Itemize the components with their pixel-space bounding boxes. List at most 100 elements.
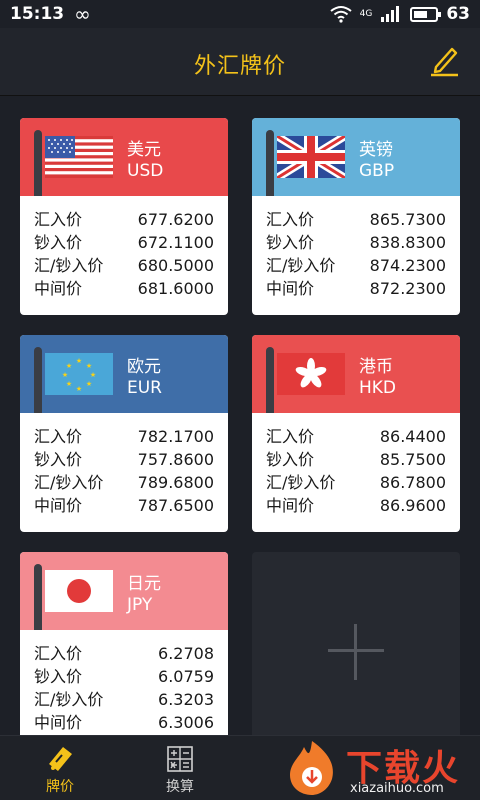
rate-value: 680.5000 (137, 256, 214, 275)
signal-icon (381, 6, 400, 22)
rate-value: 677.6200 (137, 210, 214, 229)
rate-label: 汇/钞入价 (34, 256, 104, 275)
rate-row: 中间价 6.3006 (34, 711, 214, 734)
rate-value: 672.1100 (137, 233, 214, 252)
hk-flag-icon (277, 353, 345, 395)
rate-row: 汇/钞入价 874.2300 (266, 254, 446, 277)
rate-value: 6.2708 (158, 644, 214, 663)
card-header: 英镑 GBP (252, 118, 460, 196)
currency-code: USD (127, 161, 164, 181)
currency-code: HKD (359, 378, 397, 398)
rate-label: 钞入价 (266, 233, 315, 252)
add-currency-card[interactable] (252, 552, 460, 752)
eu-flag-icon: ★★ ★ ★ ★ ★ ★★ (45, 353, 113, 395)
rate-value: 86.4400 (379, 427, 446, 446)
rate-card-usd[interactable]: 美元 USD 汇入价 677.6200 钞入价 672.1100 汇/钞入价 680.… (20, 118, 228, 315)
svg-text:★: ★ (76, 357, 82, 365)
rate-label: 汇/钞入价 (266, 256, 336, 275)
card-header: ★ ★ ★ ★ ★ ★ ★ ★ 欧元 EUR (20, 335, 228, 413)
calculator-icon (167, 746, 193, 772)
rate-row: 钞入价 85.7500 (266, 448, 446, 471)
rate-label: 钞入价 (34, 667, 83, 686)
rate-value: 6.0759 (158, 667, 214, 686)
rate-label: 中间价 (266, 279, 315, 298)
rate-row: 钞入价 838.8300 (266, 231, 446, 254)
app-header: 外汇牌价 (0, 28, 480, 96)
rate-value: 757.8600 (137, 450, 214, 469)
rate-label: 汇/钞入价 (266, 473, 336, 492)
rate-row: 钞入价 6.0759 (34, 665, 214, 688)
flag-pole (266, 347, 274, 413)
rate-card-jpy[interactable]: 日元 JPY 汇入价 6.2708 钞入价 6.0759 汇/钞入价 6.3203 中… (20, 552, 228, 752)
svg-text:★: ★ (66, 380, 72, 388)
infinity-icon: ∞ (74, 2, 91, 26)
status-bar: 15:13 ∞ 4G 63 (0, 0, 480, 28)
flag-pole (34, 564, 42, 630)
flag-pole (34, 130, 42, 196)
tab-convert[interactable]: 换算 (140, 736, 220, 800)
rate-label: 中间价 (34, 279, 83, 298)
status-time: 15:13 (10, 4, 65, 24)
edit-icon[interactable] (428, 43, 460, 77)
tab-rates[interactable]: 牌价 (20, 736, 100, 800)
currency-code: EUR (127, 378, 162, 398)
rate-card-eur[interactable]: ★ ★ ★ ★ ★ ★ ★ ★ 欧元 EUR 汇入价 782.1700 钞入价 757.860… (20, 335, 228, 532)
rate-label: 汇入价 (266, 210, 315, 229)
rate-row: 中间价 681.6000 (34, 277, 214, 300)
rate-row: 汇/钞入价 789.6800 (34, 471, 214, 494)
rate-label: 汇入价 (34, 210, 83, 229)
rate-row: 中间价 872.2300 (266, 277, 446, 300)
svg-text:★: ★ (86, 380, 92, 388)
flame-logo-icon (290, 741, 333, 795)
jp-flag-icon (45, 570, 113, 612)
tab-convert-label: 换算 (166, 779, 194, 795)
rate-label: 中间价 (266, 496, 315, 515)
page-title: 外汇牌价 (193, 54, 286, 79)
rate-label: 汇入价 (266, 427, 315, 446)
rate-label: 中间价 (34, 496, 83, 515)
svg-text:★: ★ (76, 385, 82, 393)
currency-code: GBP (359, 161, 395, 181)
rate-row: 中间价 787.6500 (34, 494, 214, 517)
rate-card-hkd[interactable]: 港币 HKD 汇入价 86.4400 钞入价 85.7500 汇/钞入价 86.780… (252, 335, 460, 532)
rate-row: 汇/钞入价 86.7800 (266, 471, 446, 494)
rate-row: 钞入价 757.8600 (34, 448, 214, 471)
rate-value: 787.6500 (137, 496, 214, 515)
rate-value: 838.8300 (369, 233, 446, 252)
svg-text:★: ★ (90, 371, 96, 379)
rate-label: 汇/钞入价 (34, 473, 104, 492)
rate-label: 汇入价 (34, 644, 83, 663)
currency-code: JPY (127, 595, 153, 615)
rate-card-gbp[interactable]: 英镑 GBP 汇入价 865.7300 钞入价 838.8300 汇/钞入价 874.… (252, 118, 460, 315)
currency-name: 美元 (127, 140, 161, 160)
watermark-logo: 下载火 xiazaihuo.com (280, 735, 480, 800)
card-header: 美元 USD (20, 118, 228, 196)
rate-row: 汇/钞入价 680.5000 (34, 254, 214, 277)
network-type: 4G (359, 9, 373, 19)
rate-row: 汇入价 865.7300 (266, 208, 446, 231)
plus-icon-vertical (354, 624, 357, 680)
rate-value: 681.6000 (137, 279, 214, 298)
ticket-icon (49, 747, 72, 771)
uk-flag-icon (277, 136, 345, 178)
rate-value: 865.7300 (369, 210, 446, 229)
rate-row: 中间价 86.9600 (266, 494, 446, 517)
rate-row: 汇入价 677.6200 (34, 208, 214, 231)
flag-pole (266, 130, 274, 196)
tab-rates-label: 牌价 (46, 779, 74, 795)
rate-label: 钞入价 (34, 233, 83, 252)
rate-value: 6.3006 (158, 713, 214, 732)
svg-text:★: ★ (62, 371, 68, 379)
rate-value: 86.7800 (379, 473, 446, 492)
rate-value: 782.1700 (137, 427, 214, 446)
watermark-url: xiazaihuo.com (350, 781, 444, 796)
us-flag-icon (45, 136, 113, 178)
rate-value: 6.3203 (158, 690, 214, 709)
rate-label: 钞入价 (266, 450, 315, 469)
rate-label: 钞入价 (34, 450, 83, 469)
svg-text:★: ★ (66, 362, 72, 370)
currency-name: 欧元 (127, 357, 161, 377)
svg-text:★: ★ (86, 362, 92, 370)
rate-value: 872.2300 (369, 279, 446, 298)
card-header: 港币 HKD (252, 335, 460, 413)
